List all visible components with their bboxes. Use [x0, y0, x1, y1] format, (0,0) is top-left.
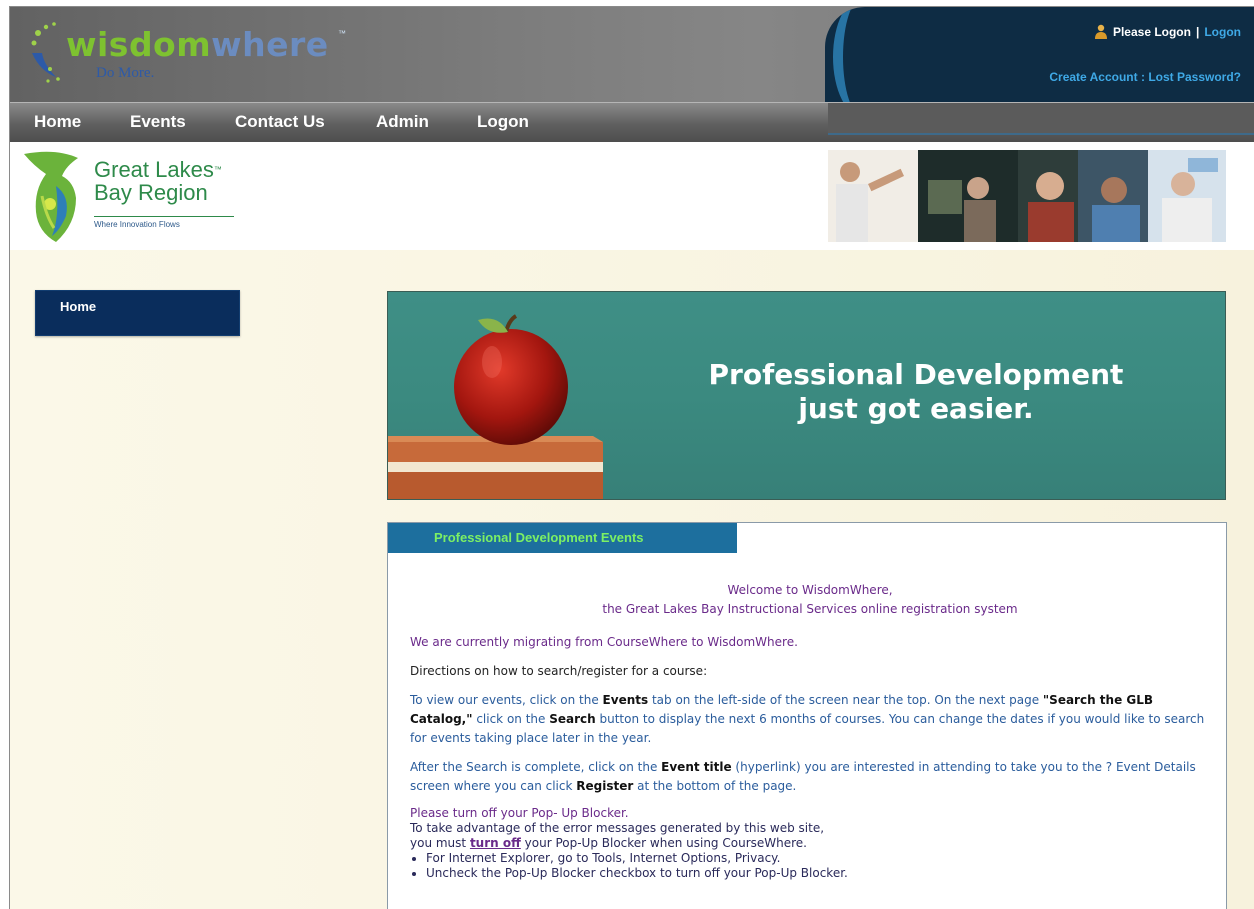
region-logo-text: Great Lakes™ Bay Region — [94, 158, 222, 204]
logo-word-where: where — [211, 25, 329, 64]
main-nav: Home Events Contact Us Admin Logon — [10, 102, 1254, 142]
region-logo: Great Lakes™ Bay Region Where Innovation… — [16, 146, 236, 246]
list-item: Uncheck the Pop-Up Blocker checkbox to t… — [426, 866, 1210, 881]
hero-headline-line1: Professional Development — [708, 358, 1124, 391]
migration-notice: We are currently migrating from CourseWh… — [410, 635, 798, 649]
account-links: Create Account : Lost Password? — [1049, 70, 1241, 84]
popup-line-2-b: your Pop-Up Blocker when using CourseWhe… — [520, 836, 807, 850]
hero-headline-line2: just got easier. — [798, 392, 1034, 425]
popup-heading: Please turn off your Pop- Up Blocker. — [410, 806, 629, 820]
hero-banner: Professional Development just got easier… — [387, 291, 1226, 500]
welcome-heading: Welcome to WisdomWhere, the Great Lakes … — [410, 581, 1210, 619]
panel-content: Welcome to WisdomWhere, the Great Lakes … — [410, 581, 1210, 881]
logon-status: Please Logon | Logon — [1094, 24, 1241, 39]
nav-item-contact-us[interactable]: Contact Us — [235, 112, 325, 132]
header-swoosh-decoration — [833, 7, 893, 102]
nav-item-events[interactable]: Events — [130, 112, 186, 132]
logo-tagline: Do More. — [96, 65, 155, 81]
p2-text-a: After the Search is complete, click on t… — [410, 760, 662, 774]
region-logo-rule — [94, 216, 234, 217]
p1-text-a: To view our events, click on the — [410, 693, 603, 707]
nav-item-logon[interactable]: Logon — [477, 112, 529, 132]
list-item: For Internet Explorer, go to Tools, Inte… — [426, 851, 1210, 866]
hero-headline: Professional Development just got easier… — [706, 358, 1126, 426]
p2-register-term: Register — [576, 779, 634, 793]
account-panel: Please Logon | Logon Create Account : Lo… — [825, 7, 1254, 102]
please-logon-label: Please Logon — [1112, 24, 1191, 39]
logon-link[interactable]: Logon — [1204, 25, 1241, 39]
region-trademark: ™ — [213, 165, 222, 174]
directions-paragraph-2: After the Search is complete, click on t… — [410, 758, 1210, 796]
region-name-line1: Great Lakes — [94, 157, 214, 182]
panel-tab-label: Professional Development Events — [434, 530, 644, 545]
popup-line-2: you must turn off your Pop-Up Blocker wh… — [410, 836, 1210, 851]
p1-search-term: Search — [549, 712, 596, 726]
popup-line-2-a: you must — [410, 836, 470, 850]
directions-paragraph-1: To view our events, click on the Events … — [410, 691, 1210, 748]
sidebar-item-home-label: Home — [60, 299, 97, 314]
nav-right-strip — [828, 103, 1254, 135]
welcome-line2: the Great Lakes Bay Instructional Servic… — [602, 602, 1018, 616]
page-frame: wisdomwhere ™ Do More. Please Logon | Lo… — [9, 6, 1254, 909]
brand-strip: Great Lakes™ Bay Region Where Innovation… — [10, 142, 1254, 250]
user-icon — [1094, 24, 1107, 39]
classroom-photo-strip — [828, 150, 1226, 242]
events-panel: Professional Development Events Welcome … — [387, 522, 1227, 909]
popup-blocker-notice: Please turn off your Pop- Up Blocker. To… — [410, 806, 1210, 881]
lost-password-link[interactable]: Lost Password? — [1148, 70, 1241, 84]
turn-off-link[interactable]: turn off — [470, 836, 521, 850]
directions-heading: Directions on how to search/register for… — [410, 664, 708, 678]
p1-text-b: tab on the left-side of the screen near … — [648, 693, 1043, 707]
region-name-line2: Bay Region — [94, 180, 208, 205]
logo-trademark: ™ — [338, 29, 346, 38]
region-logo-tagline: Where Innovation Flows — [94, 220, 180, 229]
p1-text-c: click on the — [472, 712, 550, 726]
logo-word-wisdom: wisdom — [66, 25, 212, 64]
tab-professional-development-events[interactable]: Professional Development Events — [388, 523, 737, 553]
nav-item-admin[interactable]: Admin — [376, 112, 429, 132]
site-header: wisdomwhere ™ Do More. Please Logon | Lo… — [10, 7, 1254, 102]
p1-events-term: Events — [602, 693, 649, 707]
classroom-photos-image — [828, 150, 1226, 242]
p2-event-title-term: Event title — [661, 760, 732, 774]
wisdomwhere-logo[interactable]: wisdomwhere ™ Do More. — [28, 19, 358, 91]
nav-item-home[interactable]: Home — [34, 112, 81, 132]
create-account-link[interactable]: Create Account — [1049, 70, 1137, 84]
popup-instructions-list: For Internet Explorer, go to Tools, Inte… — [426, 851, 1210, 881]
welcome-line1: Welcome to WisdomWhere, — [727, 583, 893, 597]
p2-text-c: at the bottom of the page. — [633, 779, 797, 793]
popup-line-1: To take advantage of the error messages … — [410, 821, 825, 835]
logo-wordmark: wisdomwhere — [66, 25, 329, 64]
logon-separator: | — [1195, 24, 1200, 39]
account-links-separator: : — [1140, 70, 1145, 84]
michigan-leaf-logo-icon — [24, 151, 78, 242]
sidebar-item-home[interactable]: Home — [35, 290, 240, 336]
